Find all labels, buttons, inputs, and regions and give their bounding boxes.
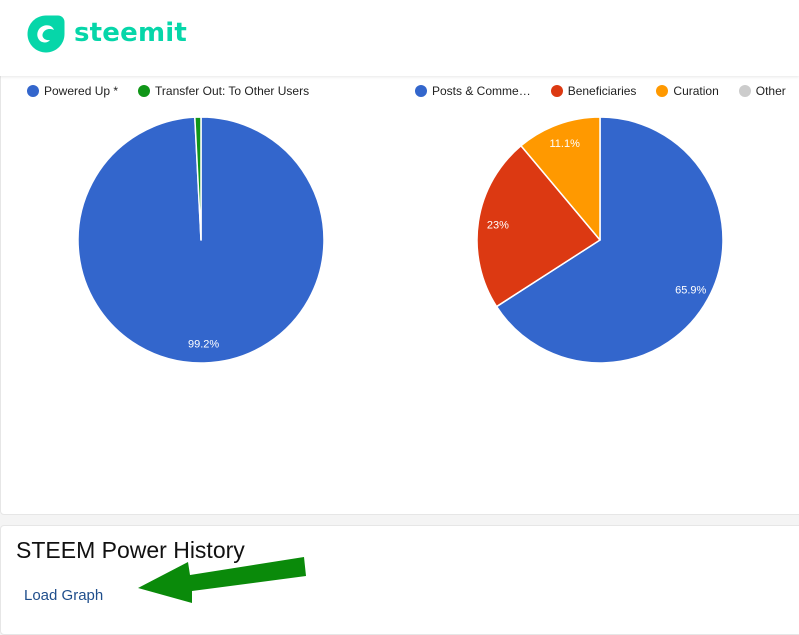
- section-title: STEEM Power History: [16, 537, 245, 563]
- load-graph-link[interactable]: Load Graph: [24, 587, 103, 604]
- pie-data-label: 11.1%: [550, 138, 581, 150]
- pie-data-label: 23%: [487, 219, 509, 231]
- pie-data-label: 65.9%: [675, 284, 706, 296]
- right-pie-chart: 65.9% 23% 11.1%: [476, 116, 724, 364]
